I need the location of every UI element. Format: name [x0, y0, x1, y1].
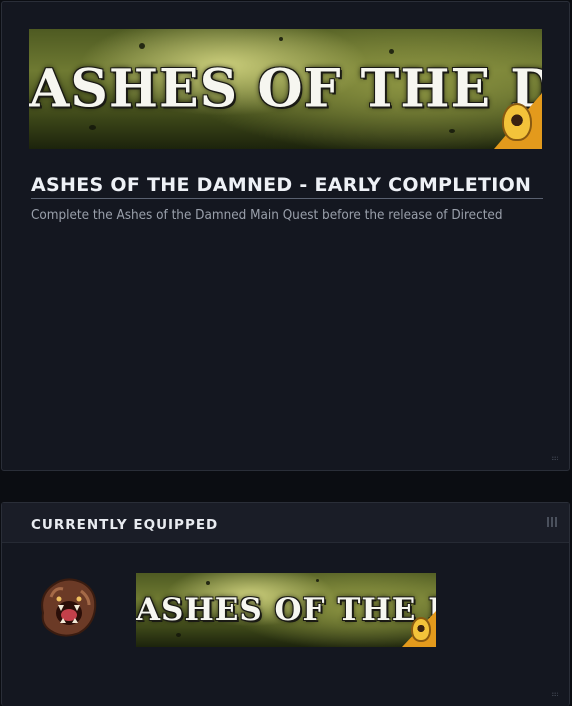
- banner-title-text: ASHES OF THE DAMNED: [136, 592, 436, 628]
- grid-icon: [547, 517, 557, 527]
- calling-card-banner: ASHES OF THE DAMNED: [29, 29, 542, 149]
- currently-equipped-panel: CURRENTLY EQUIPPED ASHES OF THE DAMNED ⁞…: [1, 502, 570, 706]
- roaring-beast-emblem-icon: [41, 578, 97, 637]
- beast-badge-icon: [411, 617, 431, 642]
- banner-title-text: ASHES OF THE DAMNED: [29, 58, 542, 120]
- equipped-label: CURRENTLY EQUIPPED: [31, 517, 219, 533]
- corner-mark-icon: ⁞⁞: [550, 691, 559, 696]
- item-details-panel: ASHES OF THE DAMNED ASHES OF THE DAMNED …: [1, 1, 570, 471]
- equipped-emblem[interactable]: [33, 573, 103, 641]
- item-description: Complete the Ashes of the Damned Main Qu…: [31, 208, 503, 223]
- beast-badge-icon: [502, 103, 532, 141]
- item-title: ASHES OF THE DAMNED - EARLY COMPLETION: [31, 174, 543, 199]
- corner-mark-icon: ⁞⁞: [550, 455, 559, 460]
- equipped-header: CURRENTLY EQUIPPED: [2, 503, 569, 543]
- equipped-calling-card[interactable]: ASHES OF THE DAMNED: [136, 573, 436, 647]
